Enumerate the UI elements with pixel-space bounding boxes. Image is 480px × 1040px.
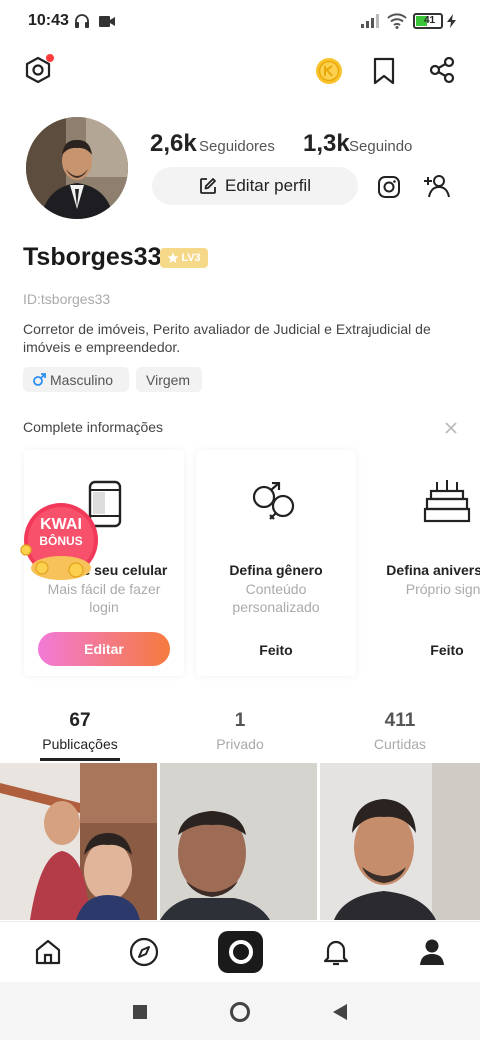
share-button[interactable] xyxy=(427,55,457,85)
square-icon xyxy=(133,1005,147,1019)
tab-count: 1 xyxy=(234,710,246,731)
following-label[interactable]: Seguindo xyxy=(349,138,412,155)
card-set-birthday[interactable]: Defina aniversário Próprio signo Feito xyxy=(367,450,480,676)
tag-sign[interactable]: Virgem xyxy=(136,367,202,392)
bookmark-icon xyxy=(372,57,396,85)
card-title: Defina aniversário xyxy=(386,562,480,578)
circle-icon xyxy=(229,1001,251,1023)
status-bar: 10:43 41 xyxy=(0,0,480,44)
video-thumbnail[interactable] xyxy=(320,763,480,920)
nav-record[interactable] xyxy=(218,931,263,973)
instagram-button[interactable] xyxy=(375,173,403,201)
tab-label: Curtidas xyxy=(373,736,427,752)
bell-icon xyxy=(322,937,350,967)
add-user-icon xyxy=(423,173,451,199)
nav-discover[interactable] xyxy=(127,936,161,968)
tab-count: 67 xyxy=(69,710,91,731)
tab-privado[interactable]: 1 Privado xyxy=(170,710,310,752)
close-icon xyxy=(444,421,458,435)
bonus-line2: BÔNUS xyxy=(39,534,83,548)
share-icon xyxy=(428,56,456,84)
tab-label: Privado xyxy=(216,736,264,752)
following-count[interactable]: 1,3k xyxy=(303,130,350,158)
add-friend-button[interactable] xyxy=(422,172,452,200)
wifi-icon xyxy=(387,13,407,29)
edit-phone-button[interactable]: Editar xyxy=(38,632,170,666)
edit-profile-label: Editar perfil xyxy=(225,176,311,195)
nav-profile[interactable] xyxy=(415,936,449,968)
home-system-button[interactable] xyxy=(228,1000,252,1024)
video-camera-icon xyxy=(99,16,115,27)
card-title: Defina gênero xyxy=(229,562,323,578)
tag-gender[interactable]: Masculino xyxy=(23,367,129,392)
close-complete-button[interactable] xyxy=(442,419,460,437)
signal-icon xyxy=(361,14,381,28)
card-action[interactable]: Feito xyxy=(367,642,480,658)
settings-button[interactable] xyxy=(22,54,54,86)
male-icon xyxy=(33,373,46,386)
card-action[interactable]: Feito xyxy=(196,642,356,658)
edit-profile-button[interactable]: Editar perfil xyxy=(152,167,358,205)
username: Tsborges33 xyxy=(23,243,162,271)
card-set-gender[interactable]: Defina gênero Conteúdo personalizado Fei… xyxy=(196,450,356,676)
camera-record-icon xyxy=(228,939,254,965)
video-thumbnail[interactable] xyxy=(0,763,159,920)
home-icon xyxy=(34,938,62,966)
card-subtitle: Conteúdo personalizado xyxy=(232,581,320,615)
kwai-bonus-badge[interactable]: KWAI BÔNUS xyxy=(20,502,102,582)
coin-button[interactable] xyxy=(314,56,344,86)
bonus-line1: KWAI xyxy=(40,516,82,533)
coin-icon xyxy=(315,57,343,85)
tag-sign-label: Virgem xyxy=(146,371,191,388)
cake-icon xyxy=(423,478,471,526)
edit-icon xyxy=(199,177,217,195)
bookmark-button[interactable] xyxy=(370,56,398,86)
back-system-button[interactable] xyxy=(328,1000,352,1024)
gender-symbols-icon xyxy=(250,482,300,528)
complete-info-title: Complete informações xyxy=(23,419,164,435)
instagram-icon xyxy=(377,175,401,199)
headphones-icon xyxy=(74,14,90,28)
avatar[interactable] xyxy=(26,117,128,219)
tab-count: 411 xyxy=(384,710,416,731)
video-thumbnail[interactable] xyxy=(160,763,319,920)
followers-label[interactable]: Seguidores xyxy=(199,138,275,155)
followers-count[interactable]: 2,6k xyxy=(150,130,197,158)
card-subtitle: Mais fácil de fazer login xyxy=(47,581,161,615)
notification-dot xyxy=(46,54,54,62)
tag-gender-label: Masculino xyxy=(50,371,114,388)
card-set-birthday-clip: Defina aniversário Próprio signo Feito xyxy=(367,450,480,676)
tab-publicacoes[interactable]: 67 Publicações xyxy=(10,710,150,752)
tab-curtidas[interactable]: 411 Curtidas xyxy=(330,710,470,752)
triangle-back-icon xyxy=(333,1004,347,1020)
tab-label: Publicações xyxy=(42,736,118,752)
level-badge[interactable]: LV3 xyxy=(160,248,208,268)
nav-notifications[interactable] xyxy=(319,936,353,968)
charging-icon xyxy=(447,14,456,28)
user-id: ID:tsborges33 xyxy=(23,291,111,307)
level-label: LV3 xyxy=(181,252,201,264)
card-subtitle: Próprio signo xyxy=(405,581,480,597)
bio: Corretor de imóveis, Perito avaliador de… xyxy=(23,321,431,355)
recent-apps-button[interactable] xyxy=(128,1000,152,1024)
compass-icon xyxy=(129,937,159,967)
bottom-nav xyxy=(0,921,480,981)
status-time: 10:43 xyxy=(28,12,69,29)
nav-home[interactable] xyxy=(31,936,65,968)
profile-icon xyxy=(418,938,446,966)
active-tab-indicator xyxy=(40,758,120,761)
system-nav-bar xyxy=(0,982,480,1040)
battery-level: 41 xyxy=(424,15,436,26)
star-icon xyxy=(167,252,179,264)
battery-icon: 41 xyxy=(413,13,443,29)
